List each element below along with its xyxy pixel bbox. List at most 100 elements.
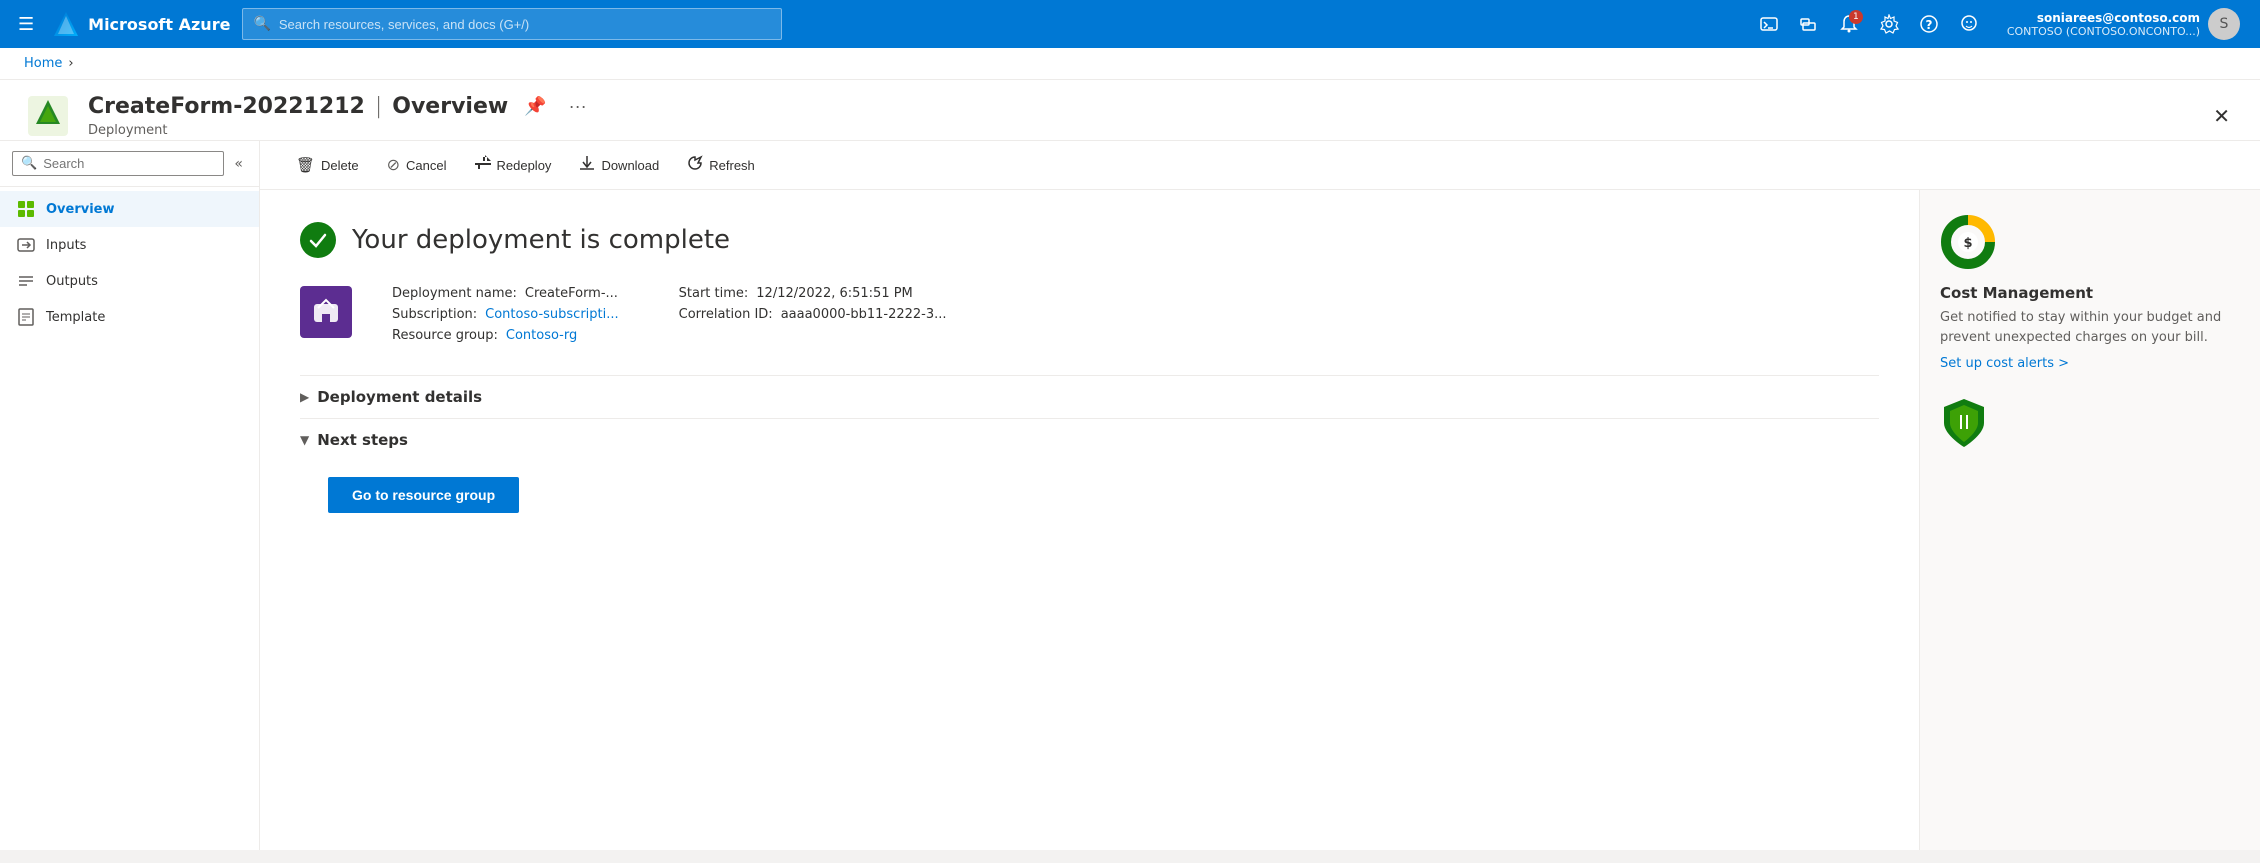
subscription-label: Subscription: [392,307,477,322]
avatar: S [2208,8,2240,40]
topbar-icons: 1 ? [1751,6,1987,42]
outputs-icon [16,271,36,291]
sidebar-search-box[interactable]: 🔍 [12,151,224,176]
delete-label: Delete [321,158,359,173]
refresh-icon [687,155,703,175]
page-header-info: CreateForm-20221212 | Overview 📌 ··· Dep… [88,92,2191,138]
start-time-value: 12/12/2022, 6:51:51 PM [756,286,913,301]
cost-alerts-link[interactable]: Set up cost alerts > [1940,356,2069,371]
sidebar-label-template: Template [46,310,105,325]
start-time-label: Start time: [679,286,749,301]
global-search-input[interactable] [279,17,772,32]
deployment-resource-icon [300,286,352,338]
resource-group-label: Resource group: [392,328,498,343]
redeploy-label: Redeploy [497,158,552,173]
correlation-id-label: Correlation ID: [679,307,773,322]
svg-text:?: ? [1925,18,1932,32]
deployment-fields: Deployment name: CreateForm-... Subscrip… [392,286,947,343]
breadcrumb-home[interactable]: Home [24,56,62,71]
field-group-right: Start time: 12/12/2022, 6:51:51 PM Corre… [679,286,947,343]
field-correlation-id: Correlation ID: aaaa0000-bb11-2222-3... [679,307,947,322]
redeploy-button[interactable]: Redeploy [463,149,564,181]
pin-button[interactable]: 📌 [518,92,552,121]
template-icon [16,307,36,327]
overview-icon [16,199,36,219]
deployment-header: Your deployment is complete [300,222,1879,258]
download-label: Download [601,158,659,173]
next-steps-chevron-icon: ▼ [300,433,309,447]
delete-button[interactable]: 🗑 Delete [284,150,371,180]
sidebar-label-inputs: Inputs [46,238,86,253]
download-button[interactable]: Download [567,149,671,181]
sidebar-item-overview[interactable]: Overview [0,191,259,227]
next-steps-section[interactable]: ▼ Next steps [300,418,1879,461]
field-start-time: Start time: 12/12/2022, 6:51:51 PM [679,286,947,301]
notification-badge: 1 [1849,10,1863,24]
cost-donut-chart: $ [1940,214,1996,270]
global-search[interactable]: 🔍 [242,8,782,40]
topbar: ☰ Microsoft Azure 🔍 1 [0,0,2260,48]
sidebar-search-area: 🔍 « [0,141,259,187]
sidebar-search-input[interactable] [43,156,215,171]
sidebar: 🔍 « Overview Inputs O [0,141,260,850]
refresh-label: Refresh [709,158,755,173]
deployment-info: Deployment name: CreateForm-... Subscrip… [300,286,1879,343]
cancel-icon: ⊘ [387,155,400,175]
shield-svg [1940,397,1988,449]
security-widget [1940,399,2240,447]
deployment-status-title: Your deployment is complete [352,225,730,255]
page-title: CreateForm-20221212 | Overview 📌 ··· [88,92,2191,121]
download-icon [579,155,595,175]
deployment-icon [24,92,72,140]
correlation-id-value: aaaa0000-bb11-2222-3... [781,307,947,322]
sidebar-item-inputs[interactable]: Inputs [0,227,259,263]
sidebar-collapse-button[interactable]: « [230,152,247,176]
field-resource-group: Resource group: Contoso-rg [392,328,619,343]
resource-type: Deployment [88,123,2191,138]
delete-icon: 🗑 [296,156,315,174]
user-email: soniarees@contoso.com [2007,11,2200,25]
go-to-resource-group-button[interactable]: Go to resource group [328,477,519,513]
deployment-details-section[interactable]: ▶ Deployment details [300,375,1879,418]
redeploy-icon [475,155,491,175]
cost-widget-title: Cost Management [1940,284,2240,302]
resource-name: CreateForm-20221212 [88,94,365,119]
resource-group-link[interactable]: Contoso-rg [506,328,577,343]
notifications-icon[interactable]: 1 [1831,6,1867,42]
deployment-name-label: Deployment name: [392,286,517,301]
settings-icon[interactable] [1871,6,1907,42]
cost-widget-description: Get notified to stay within your budget … [1940,308,2240,347]
view-name: Overview [392,94,508,119]
close-button[interactable]: ✕ [2207,100,2236,133]
main-layout: 🔍 « Overview Inputs O [0,141,2260,850]
sidebar-search-icon: 🔍 [21,156,37,171]
cancel-button[interactable]: ⊘ Cancel [375,149,459,181]
details-chevron-icon: ▶ [300,390,309,404]
sidebar-label-outputs: Outputs [46,274,98,289]
sidebar-item-outputs[interactable]: Outputs [0,263,259,299]
sidebar-item-template[interactable]: Template [0,299,259,335]
field-group-left: Deployment name: CreateForm-... Subscrip… [392,286,619,343]
page-header: CreateForm-20221212 | Overview 📌 ··· Dep… [0,80,2260,141]
more-button[interactable]: ··· [563,92,593,121]
title-separator: | [375,94,382,119]
terminal-icon[interactable] [1751,6,1787,42]
field-subscription: Subscription: Contoso-subscripti... [392,307,619,322]
help-icon[interactable]: ? [1911,6,1947,42]
svg-text:$: $ [1963,236,1972,251]
subscription-link[interactable]: Contoso-subscripti... [485,307,618,322]
app-logo: Microsoft Azure [52,10,230,38]
main-content: Your deployment is complete Deployment n… [260,190,2260,850]
sidebar-label-overview: Overview [46,202,115,217]
user-tenant: CONTOSO (CONTOSO.ONCONTO...) [2007,25,2200,38]
next-steps-label: Next steps [317,431,408,449]
directory-icon[interactable] [1791,6,1827,42]
sidebar-nav: Overview Inputs Outputs Template [0,187,259,339]
hamburger-menu[interactable]: ☰ [12,10,40,39]
user-info: soniarees@contoso.com CONTOSO (CONTOSO.O… [2007,11,2200,38]
next-steps-content: Go to resource group [300,461,1879,513]
shield-icon [1940,399,1988,447]
refresh-button[interactable]: Refresh [675,149,767,181]
feedback-icon[interactable] [1951,6,1987,42]
user-profile[interactable]: soniarees@contoso.com CONTOSO (CONTOSO.O… [1999,4,2248,44]
